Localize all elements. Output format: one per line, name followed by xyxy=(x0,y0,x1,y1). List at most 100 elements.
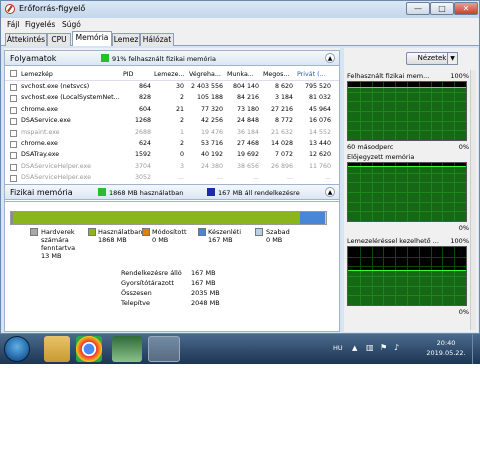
tab-disk[interactable]: Lemez xyxy=(112,33,140,46)
row-checkbox[interactable] xyxy=(10,106,17,114)
table-cell: DSAServiceHelper.exe xyxy=(21,162,91,170)
tray-arrow-icon[interactable]: ▲ xyxy=(352,344,357,352)
table-cell: ... xyxy=(286,174,293,182)
memory-bar-segment xyxy=(325,212,326,224)
processes-header[interactable]: Folyamatok 91% felhasznált fizikai memór… xyxy=(4,50,340,66)
title-bar[interactable]: Erőforrás-figyelő — □ ✕ xyxy=(1,1,479,18)
device-manager-icon[interactable] xyxy=(112,336,142,362)
col-working-set[interactable]: Munka... xyxy=(227,71,259,78)
table-cell: 3 xyxy=(179,162,184,170)
clock-time[interactable]: 20:40 xyxy=(424,339,468,347)
physical-memory-header[interactable]: Fizikai memória 1868 MB használatban 167… xyxy=(4,184,340,200)
row-checkbox[interactable] xyxy=(10,84,17,91)
table-row[interactable]: DSAService.exe 1268 2 42 256 24 848 8 772 16 0… xyxy=(5,116,339,127)
volume-icon[interactable]: ♪ xyxy=(394,343,399,352)
table-cell: 13 440 xyxy=(308,140,331,147)
table-cell: ... xyxy=(324,174,331,182)
row-checkbox[interactable] xyxy=(10,152,17,160)
table-row[interactable]: svchost.exe (LocalSystemNet... 828 2 105 18… xyxy=(5,93,339,104)
table-cell: 864 xyxy=(138,83,151,90)
table-cell: 12 620 xyxy=(308,151,331,159)
tab-network[interactable]: Hálózat xyxy=(140,33,174,46)
menu-help[interactable]: Súgó xyxy=(62,20,81,29)
stat-available-value: 167 MB xyxy=(191,269,216,277)
table-row[interactable]: DSAServiceHelper.exe 3052............... xyxy=(5,173,339,184)
graph-fill xyxy=(348,87,466,140)
col-hard-faults[interactable]: Lemeze... xyxy=(154,71,186,78)
graph1-max: 100% xyxy=(450,72,469,80)
table-cell: DSAService.exe xyxy=(21,117,71,125)
network-icon[interactable]: ▥ xyxy=(366,343,374,352)
close-button[interactable]: ✕ xyxy=(454,2,478,15)
table-cell: svchost.exe (netsvcs) xyxy=(21,83,90,90)
table-row[interactable]: DSATray.exe 1592 0 40 192 19 692 7 072 12 620 xyxy=(5,150,339,161)
legend-free-swatch xyxy=(255,228,263,236)
table-cell: 105 188 xyxy=(196,94,223,102)
table-row[interactable]: svchost.exe (netsvcs) 864 30 2 403 556 804 1… xyxy=(5,82,339,93)
table-cell: 624 xyxy=(138,140,151,147)
maximize-button[interactable]: □ xyxy=(430,2,454,15)
col-shareable[interactable]: Megos... xyxy=(263,71,293,78)
table-cell: 42 256 xyxy=(200,117,223,125)
table-cell: 38 656 xyxy=(236,162,259,170)
menu-monitor[interactable]: Figyelés xyxy=(25,20,55,29)
graph3-footer-right: 0% xyxy=(458,308,469,316)
minimize-button[interactable]: — xyxy=(406,2,430,15)
table-row[interactable]: chrome.exe 604 21 77 320 73 180 27 216 45 964 xyxy=(5,105,339,116)
resource-monitor-taskbar-icon[interactable] xyxy=(148,336,180,362)
table-cell: 3052 xyxy=(134,174,151,182)
legend-modified-label: Módosított 0 MB xyxy=(152,228,187,244)
row-checkbox[interactable] xyxy=(10,129,17,137)
tab-overview[interactable]: Áttekintés xyxy=(5,33,47,46)
col-image[interactable]: Lemezkép xyxy=(21,71,53,78)
memory-used-legend-square xyxy=(101,54,109,62)
table-row[interactable]: chrome.exe 624 2 53 716 27 468 14 028 13 440 xyxy=(5,139,339,150)
graph-fill xyxy=(348,270,466,305)
chevron-up-icon[interactable]: ▲ xyxy=(325,187,335,197)
col-commit[interactable]: Végreha... xyxy=(189,71,223,78)
tab-cpu[interactable]: CPU xyxy=(47,33,71,46)
memory-bar-segment xyxy=(12,212,300,224)
views-dropdown-icon[interactable]: ▼ xyxy=(447,52,458,65)
table-cell: 804 140 xyxy=(232,83,259,90)
chrome-icon[interactable] xyxy=(76,336,102,362)
graph1-footer-left: 60 másodperc xyxy=(347,143,394,151)
row-checkbox[interactable] xyxy=(10,95,17,103)
window-title: Erőforrás-figyelő xyxy=(19,4,86,13)
table-row[interactable]: DSAServiceHelper.exe 3704 3 24 380 38 656 26 … xyxy=(5,162,339,173)
legend-modified-swatch xyxy=(142,228,150,236)
select-all-checkbox[interactable] xyxy=(10,70,17,77)
row-checkbox[interactable] xyxy=(10,163,17,171)
memory-bar-segment xyxy=(299,212,326,224)
language-indicator[interactable]: HU xyxy=(333,344,343,352)
row-checkbox[interactable] xyxy=(10,175,17,183)
row-checkbox[interactable] xyxy=(10,118,17,126)
legend-standby-label: Készenléti 167 MB xyxy=(208,228,242,244)
chevron-up-icon[interactable]: ▲ xyxy=(325,53,335,63)
menu-bar: Fájl Figyelés Súgó xyxy=(1,18,479,31)
clock-date[interactable]: 2019.05.22. xyxy=(424,349,468,357)
menu-file[interactable]: Fájl xyxy=(7,20,19,29)
col-private[interactable]: Privát (... xyxy=(297,71,331,78)
tab-memory[interactable]: Memória xyxy=(72,31,112,46)
graph3-max: 100% xyxy=(450,237,469,245)
stat-total-value: 2035 MB xyxy=(191,289,220,297)
table-cell: 3704 xyxy=(134,162,151,170)
col-pid[interactable]: PID xyxy=(123,71,134,78)
flag-icon[interactable]: ⚑ xyxy=(380,343,387,352)
row-checkbox[interactable] xyxy=(10,141,17,148)
table-cell: 24 380 xyxy=(200,162,223,170)
table-cell: 19 692 xyxy=(236,151,259,159)
show-desktop-button[interactable] xyxy=(472,334,480,364)
table-cell: 16 076 xyxy=(308,117,331,125)
start-button[interactable] xyxy=(4,336,30,362)
used-legend-square xyxy=(98,188,106,196)
hard-faults-graph xyxy=(347,246,467,306)
table-cell: 0 xyxy=(179,151,184,159)
table-cell: 27 468 xyxy=(236,140,259,147)
graphs-scrollbar[interactable] xyxy=(470,70,476,330)
file-explorer-icon[interactable] xyxy=(44,336,70,362)
physical-memory-graph xyxy=(347,81,467,141)
table-row[interactable]: mspaint.exe 2688 1 19 476 36 184 21 632 14 552 xyxy=(5,128,339,139)
graph2-footer-right: 0% xyxy=(458,224,469,232)
